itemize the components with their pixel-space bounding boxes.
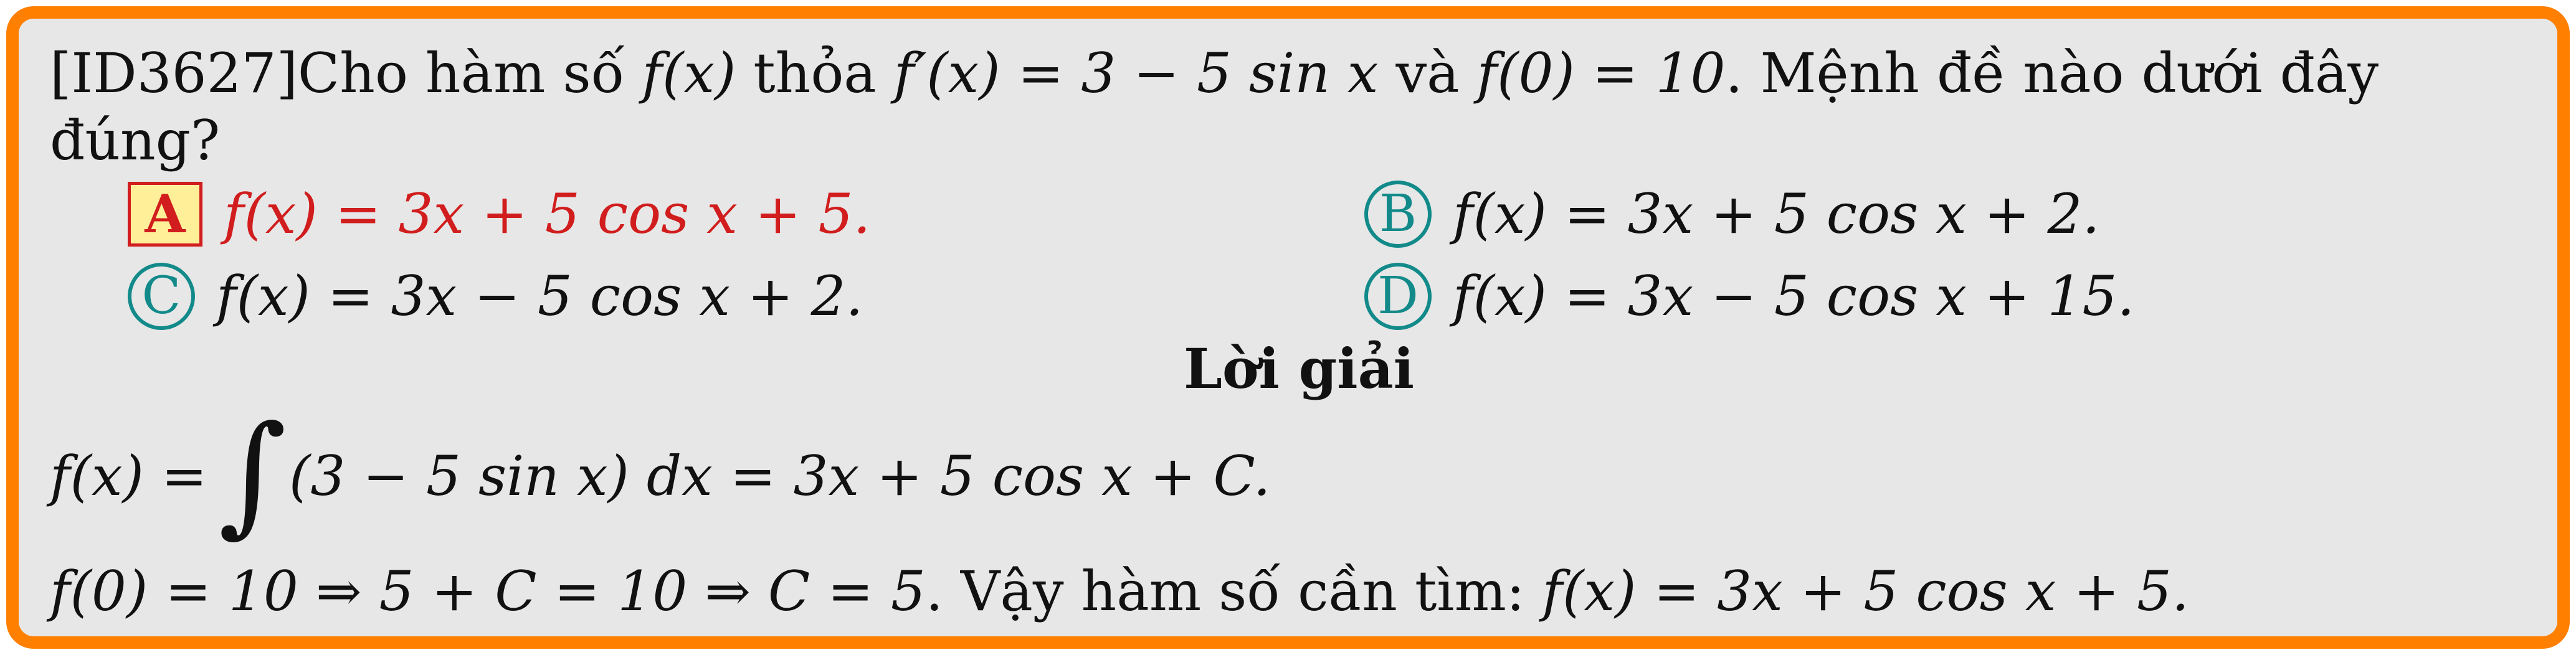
question-connector-thoa: thỏa	[736, 41, 894, 105]
question-tail-line-1: . Mệnh đề nào dưới đây	[1725, 41, 2379, 105]
solution-step-2: f(0) = 10 ⇒ 5 + C = 10 ⇒ C = 5. Vậy hàm …	[50, 555, 2548, 628]
solution-title: Lời giải	[1183, 336, 1415, 402]
answer-choices: A f(x) = 3x + 5 cos x + 5. B f(x) = 3x +…	[50, 174, 2548, 342]
choice-b[interactable]: B f(x) = 3x + 5 cos x + 2.	[1364, 178, 2099, 250]
question-line-2: đúng?	[50, 108, 221, 173]
choice-b-badge: B	[1364, 181, 1432, 248]
choice-c-text: f(x) = 3x − 5 cos x + 2.	[216, 264, 863, 329]
choice-a-badge: A	[128, 182, 202, 247]
choice-d-badge: D	[1364, 263, 1432, 331]
question-prefix: [ID3627]Cho hàm số	[50, 41, 642, 105]
question-connector-va: và	[1378, 41, 1477, 105]
constant-derivation: f(0) = 10 ⇒ 5 + C = 10 ⇒ C = 5	[50, 559, 926, 624]
integral-symbol: ∫	[218, 397, 287, 550]
conclusion-text: . Vậy hàm số cần tìm:	[925, 559, 1542, 624]
question-card: [ID3627]Cho hàm số f(x) thỏa f′(x) = 3 −…	[6, 6, 2570, 649]
choice-c[interactable]: C f(x) = 3x − 5 cos x + 2.	[128, 260, 863, 332]
choice-d-text: f(x) = 3x − 5 cos x + 15.	[1453, 264, 2135, 329]
choice-a[interactable]: A f(x) = 3x + 5 cos x + 5.	[128, 178, 870, 250]
question-content: [ID3627]Cho hàm số f(x) thỏa f′(x) = 3 −…	[50, 37, 2548, 628]
choice-b-text: f(x) = 3x + 5 cos x + 2.	[1453, 182, 2100, 247]
initial-condition: f(0) = 10	[1476, 41, 1726, 105]
choice-a-text: f(x) = 3x + 5 cos x + 5.	[224, 182, 871, 247]
final-answer: f(x) = 3x + 5 cos x + 5.	[1542, 559, 2189, 624]
integral-right-side: (3 − 5 sin x) dx = 3x + 5 cos x + C.	[289, 444, 1271, 509]
question-line-1: [ID3627]Cho hàm số f(x) thỏa f′(x) = 3 −…	[50, 37, 2548, 110]
function-name: f(x)	[642, 41, 736, 105]
choice-c-badge: C	[128, 263, 195, 331]
derivative-formula: f′(x) = 3 − 5 sin x	[893, 41, 1379, 105]
integral-left-side: f(x) =	[50, 444, 207, 509]
choice-d[interactable]: D f(x) = 3x − 5 cos x + 15.	[1364, 260, 2134, 332]
solution-step-1: f(x) = ∫ (3 − 5 sin x) dx = 3x + 5 cos x…	[50, 405, 2548, 548]
